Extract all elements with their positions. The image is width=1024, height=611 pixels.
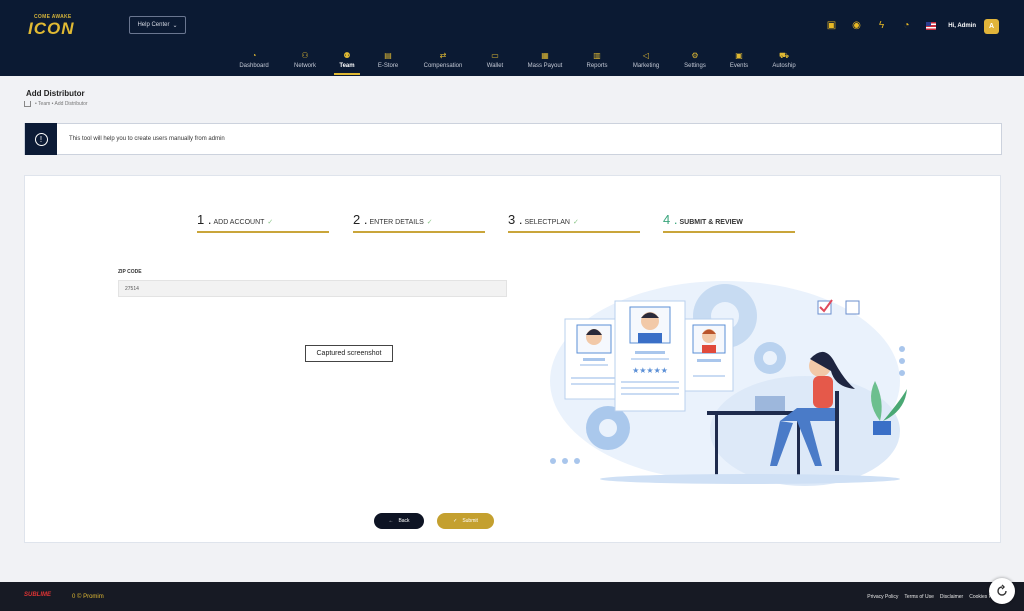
nav-autoship[interactable]: ⛟ Autoship bbox=[769, 48, 799, 76]
nav-settings[interactable]: ⚙ Settings bbox=[680, 48, 710, 76]
scroll-top-button[interactable] bbox=[989, 578, 1015, 604]
brand-logo[interactable]: COME AWAKE ICON bbox=[28, 14, 84, 38]
gear-icon: ⚙ bbox=[691, 51, 699, 60]
wizard-card: 1 . ADD ACCOUNT ✓ 2 . ENTER DETAILS ✓ 3 . SEL… bbox=[24, 175, 1001, 543]
network-icon: ⚇ bbox=[301, 51, 309, 60]
help-center-label: Help Center bbox=[137, 22, 170, 28]
nav-label: Autoship bbox=[772, 63, 796, 69]
submit-label: Submit bbox=[462, 518, 478, 524]
megaphone-icon: ◁ bbox=[642, 51, 650, 60]
nav-label: Team bbox=[339, 63, 355, 69]
main-nav: ◔ Dashboard ⚇ Network ⚉ Team ▤ E-Store ⇄… bbox=[0, 48, 1024, 76]
svg-text:★★★★★: ★★★★★ bbox=[632, 366, 668, 375]
step-number: 2 . bbox=[353, 212, 368, 227]
cookies-link[interactable]: Cookies P bbox=[969, 594, 992, 600]
nav-label: Events bbox=[729, 63, 749, 69]
reports-icon: ▥ bbox=[593, 51, 601, 60]
footer: SUBLIME 0 © Promim Privacy Policy Terms … bbox=[0, 582, 1024, 611]
step-submit-review[interactable]: 4 . SUBMIT & REVIEW bbox=[663, 211, 795, 233]
info-icon: ! bbox=[34, 132, 48, 146]
team-illustration: ★★★★★ bbox=[550, 281, 907, 486]
dashboard-icon: ◔ bbox=[251, 51, 257, 60]
nav-reports[interactable]: ▥ Reports bbox=[584, 48, 610, 76]
breadcrumb: • Team • Add Distributor bbox=[24, 101, 88, 107]
captured-screenshot-label: Captured screenshot bbox=[305, 345, 393, 362]
nav-estore[interactable]: ▤ E-Store bbox=[375, 48, 401, 76]
step-label: SUBMIT & REVIEW bbox=[679, 219, 743, 226]
truck-icon: ⛟ bbox=[778, 51, 790, 60]
copyright: 0 © Promim bbox=[72, 594, 104, 600]
nav-wallet[interactable]: ▭ Wallet bbox=[484, 48, 506, 76]
back-button[interactable]: ← Back bbox=[374, 513, 424, 529]
nav-mass-payout[interactable]: ▦ Mass Payout bbox=[525, 48, 565, 76]
step-number: 3 . bbox=[508, 212, 523, 227]
step-label: ADD ACCOUNT bbox=[213, 219, 265, 226]
compensation-icon: ⇄ bbox=[439, 51, 447, 60]
zip-code-input[interactable]: 27514 bbox=[118, 280, 507, 297]
nav-label: Compensation bbox=[423, 63, 463, 69]
step-label: ENTER DETAILS bbox=[369, 219, 424, 226]
nav-network[interactable]: ⚇ Network bbox=[290, 48, 320, 76]
terms-link[interactable]: Terms of Use bbox=[904, 594, 933, 600]
alert-text: This tool will help you to create users … bbox=[69, 136, 225, 142]
zip-code-label: ZIP CODE bbox=[118, 269, 142, 275]
greeting-text[interactable]: Hi, Admin bbox=[948, 23, 976, 29]
arrow-left-icon: ← bbox=[388, 518, 394, 524]
nav-label: Dashboard bbox=[239, 63, 269, 69]
nav-label: E-Store bbox=[377, 63, 399, 69]
nav-label: Network bbox=[293, 63, 316, 69]
footer-links: Privacy Policy Terms of Use Disclaimer C… bbox=[867, 594, 992, 600]
page-title: Add Distributor bbox=[26, 89, 85, 98]
chevron-down-icon: ⌄ bbox=[172, 22, 178, 29]
step-enter-details[interactable]: 2 . ENTER DETAILS ✓ bbox=[353, 211, 485, 233]
notification-icon[interactable]: ◔ bbox=[901, 20, 912, 31]
nav-label: Wallet bbox=[486, 63, 504, 69]
nav-events[interactable]: ▣ Events bbox=[727, 48, 751, 76]
check-icon: ✓ bbox=[267, 219, 274, 226]
footer-logo: SUBLIME bbox=[24, 592, 51, 598]
info-icon-box: ! bbox=[25, 123, 57, 155]
nav-compensation[interactable]: ⇄ Compensation bbox=[420, 48, 466, 76]
step-select-plan[interactable]: 3 . SELECTPLAN ✓ bbox=[508, 211, 640, 233]
back-label: Back bbox=[398, 518, 410, 524]
us-flag-icon[interactable] bbox=[926, 21, 936, 30]
nav-label: Reports bbox=[586, 63, 608, 69]
nav-team[interactable]: ⚉ Team bbox=[334, 48, 360, 76]
info-alert: ! This tool will help you to create user… bbox=[24, 123, 1002, 155]
breadcrumb-text[interactable]: • Team • Add Distributor bbox=[35, 101, 88, 107]
step-number: 4 . bbox=[663, 212, 678, 227]
calendar-icon: ▣ bbox=[735, 51, 743, 60]
avatar[interactable]: A bbox=[984, 19, 999, 34]
top-header: COME AWAKE ICON Help Center ⌄ ▣ ◉ ϟ ◔ Hi… bbox=[0, 0, 1024, 76]
wallet-icon: ▭ bbox=[491, 51, 499, 60]
cart-icon[interactable]: ▣ bbox=[826, 20, 837, 31]
help-center-dropdown[interactable]: Help Center ⌄ bbox=[129, 16, 186, 34]
disclaimer-link[interactable]: Disclaimer bbox=[940, 594, 963, 600]
logo-text: ICON bbox=[28, 19, 75, 38]
lightning-icon[interactable]: ϟ bbox=[876, 20, 887, 31]
payout-icon: ▦ bbox=[541, 51, 549, 60]
step-add-account[interactable]: 1 . ADD ACCOUNT ✓ bbox=[197, 211, 329, 233]
submit-button[interactable]: ✓ Submit bbox=[437, 513, 494, 529]
team-icon: ⚉ bbox=[343, 51, 351, 60]
header-icons: ▣ ◉ ϟ ◔ bbox=[826, 20, 936, 31]
store-icon: ▤ bbox=[384, 51, 392, 60]
check-icon: ✓ bbox=[573, 219, 579, 226]
step-label: SELECTPLAN bbox=[524, 219, 570, 226]
nav-label: Mass Payout bbox=[527, 63, 563, 69]
check-icon: ✓ bbox=[453, 518, 458, 524]
step-number: 1 . bbox=[197, 212, 212, 227]
nav-marketing[interactable]: ◁ Marketing bbox=[628, 48, 664, 76]
refresh-icon bbox=[997, 584, 1007, 596]
nav-label: Settings bbox=[684, 63, 706, 69]
currency-icon[interactable]: ◉ bbox=[851, 20, 862, 31]
nav-dashboard[interactable]: ◔ Dashboard bbox=[236, 48, 272, 76]
home-icon[interactable] bbox=[24, 101, 31, 107]
nav-label: Marketing bbox=[632, 63, 660, 69]
privacy-policy-link[interactable]: Privacy Policy bbox=[867, 594, 898, 600]
check-icon: ✓ bbox=[426, 219, 433, 226]
